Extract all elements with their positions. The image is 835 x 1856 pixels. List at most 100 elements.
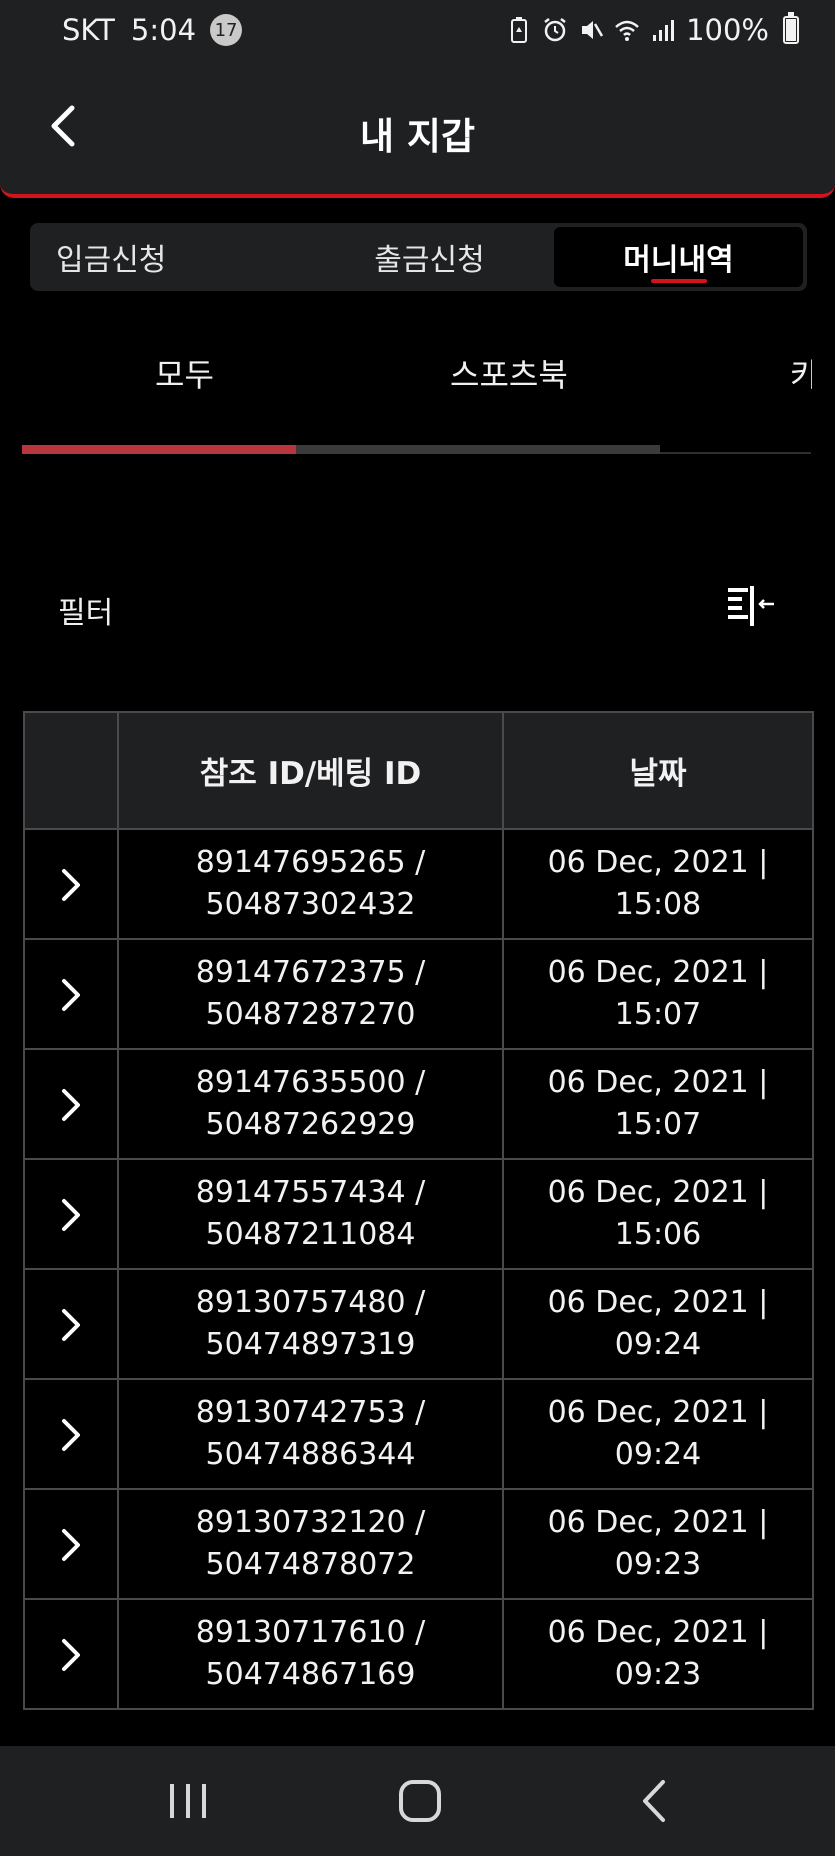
header-expand [23, 711, 119, 830]
battery-saver-icon [511, 17, 528, 43]
subtab-sportsbook[interactable]: 스포츠북 [450, 350, 568, 396]
table-row[interactable]: 89147635500 / 50487262929 06 Dec, 2021 | 15… [23, 1048, 814, 1160]
table-row[interactable]: 89147695265 / 50487302432 06 Dec, 2021 | 15… [23, 828, 814, 940]
expand-row-button[interactable] [23, 1598, 119, 1710]
bet-id: 50474897319 [205, 1327, 416, 1362]
date-cell: 06 Dec, 2021 | 09:23 [502, 1598, 814, 1710]
table-row[interactable]: 89147672375 / 50487287270 06 Dec, 2021 | 15… [23, 938, 814, 1050]
time: 15:07 [614, 997, 702, 1032]
category-divider [660, 452, 811, 454]
date: 06 Dec, 2021 | [547, 1065, 769, 1100]
bet-id: 50474886344 [205, 1437, 416, 1472]
ref-id-cell: 89130757480 / 50474897319 [117, 1268, 504, 1380]
time: 09:24 [614, 1437, 702, 1472]
time: 09:23 [614, 1657, 702, 1692]
expand-row-button[interactable] [23, 938, 119, 1050]
date-cell: 06 Dec, 2021 | 15:08 [502, 828, 814, 940]
page-title: 내 지갑 [359, 115, 475, 158]
table-row[interactable]: 89130742753 / 50474886344 06 Dec, 2021 | 09… [23, 1378, 814, 1490]
date: 06 Dec, 2021 | [547, 1395, 769, 1430]
date: 06 Dec, 2021 | [547, 955, 769, 990]
date: 06 Dec, 2021 | [547, 1615, 769, 1650]
status-icons: 100% [506, 12, 799, 47]
date: 06 Dec, 2021 | [547, 1285, 769, 1320]
money-history-table: 참조 ID/베팅 ID 날짜 89147695265 / 50487302432 0… [23, 711, 814, 1710]
bet-id: 50487287270 [205, 997, 416, 1032]
date: 06 Dec, 2021 | [547, 845, 769, 880]
filter-sort-icon[interactable] [726, 584, 778, 628]
ref-id: 89147557434 / [195, 1175, 426, 1210]
clock: 5:04 [130, 13, 197, 47]
date-cell: 06 Dec, 2021 | 09:24 [502, 1268, 814, 1380]
tab-label: 머니내역 [623, 243, 734, 278]
table-header-row: 참조 ID/베팅 ID 날짜 [23, 711, 814, 830]
recent-apps-icon[interactable] [158, 1776, 218, 1826]
ref-id-cell: 89130717610 / 50474867169 [117, 1598, 504, 1710]
ref-id-cell: 89147695265 / 50487302432 [117, 828, 504, 940]
subtab-all[interactable]: 모두 [155, 350, 214, 396]
bet-id: 50487262929 [205, 1107, 416, 1142]
table-row[interactable]: 89147557434 / 50487211084 06 Dec, 2021 | 15… [23, 1158, 814, 1270]
category-tabs: 모두 스포츠북 카 [0, 350, 835, 410]
tab-withdraw-request[interactable]: 출금신청 [305, 227, 554, 287]
ref-id: 89147672375 / [195, 955, 426, 990]
chevron-right-icon [62, 1418, 80, 1451]
battery-icon [783, 12, 799, 44]
home-icon[interactable] [390, 1776, 450, 1826]
ref-id: 89130757480 / [195, 1285, 426, 1320]
ref-id: 89130717610 / [195, 1615, 426, 1650]
alarm-icon [544, 18, 566, 42]
chevron-right-icon [62, 1088, 80, 1121]
wifi-icon [615, 20, 639, 41]
time: 15:07 [614, 1107, 702, 1142]
chevron-right-icon [62, 1638, 80, 1671]
category-scroll-indicator [22, 445, 297, 454]
header-date: 날짜 [502, 711, 814, 830]
time: 09:24 [614, 1327, 702, 1362]
tab-money-history[interactable]: 머니내역 [554, 227, 803, 287]
date-cell: 06 Dec, 2021 | 15:06 [502, 1158, 814, 1270]
expand-row-button[interactable] [23, 828, 119, 940]
time: 15:08 [614, 887, 702, 922]
expand-row-button[interactable] [23, 1048, 119, 1160]
expand-row-button[interactable] [23, 1158, 119, 1270]
mute-icon [582, 21, 604, 39]
chevron-right-icon [62, 978, 80, 1011]
date-cell: 06 Dec, 2021 | 15:07 [502, 1048, 814, 1160]
status-bar: SKT 5:04 17 100% [0, 0, 835, 60]
table-row[interactable]: 89130717610 / 50474867169 06 Dec, 2021 | 09… [23, 1598, 814, 1710]
wallet-segment-tabs: 입금신청 출금신청 머니내역 [30, 223, 807, 291]
system-back-icon[interactable] [625, 1776, 685, 1826]
chevron-right-icon [62, 1308, 80, 1341]
filter-label[interactable]: 필터 [58, 588, 113, 632]
ref-id: 89147635500 / [195, 1065, 426, 1100]
category-scroll-track [22, 445, 660, 454]
ref-id: 89130732120 / [195, 1505, 426, 1540]
bet-id: 50487302432 [205, 887, 416, 922]
ref-id: 89147695265 / [195, 845, 426, 880]
expand-row-button[interactable] [23, 1488, 119, 1600]
tab-label: 입금신청 [56, 243, 167, 278]
system-navigation-bar [0, 1746, 835, 1856]
ref-id-cell: 89130742753 / 50474886344 [117, 1378, 504, 1490]
table-row[interactable]: 89130757480 / 50474897319 06 Dec, 2021 | 09… [23, 1268, 814, 1380]
bet-id: 50474867169 [205, 1657, 416, 1692]
time: 09:23 [614, 1547, 702, 1582]
time: 15:06 [614, 1217, 702, 1252]
chevron-right-icon [62, 868, 80, 901]
chevron-right-icon [62, 1198, 80, 1231]
signal-icon [653, 20, 675, 41]
ref-id-cell: 89147635500 / 50487262929 [117, 1048, 504, 1160]
tab-deposit-request[interactable]: 입금신청 [34, 227, 305, 287]
date-cell: 06 Dec, 2021 | 09:23 [502, 1488, 814, 1600]
expand-row-button[interactable] [23, 1268, 119, 1380]
chevron-right-icon [62, 1528, 80, 1561]
table-row[interactable]: 89130732120 / 50474878072 06 Dec, 2021 | 09… [23, 1488, 814, 1600]
screen: SKT 5:04 17 100% 내 지갑 입금신청 출금신청 머니내역 모두 … [0, 0, 835, 1856]
notification-count-badge: 17 [210, 14, 243, 46]
carrier-label: SKT [62, 13, 115, 47]
subtab-casino[interactable]: 카 [790, 350, 812, 396]
bet-id: 50487211084 [205, 1217, 416, 1252]
date-cell: 06 Dec, 2021 | 09:24 [502, 1378, 814, 1490]
expand-row-button[interactable] [23, 1378, 119, 1490]
